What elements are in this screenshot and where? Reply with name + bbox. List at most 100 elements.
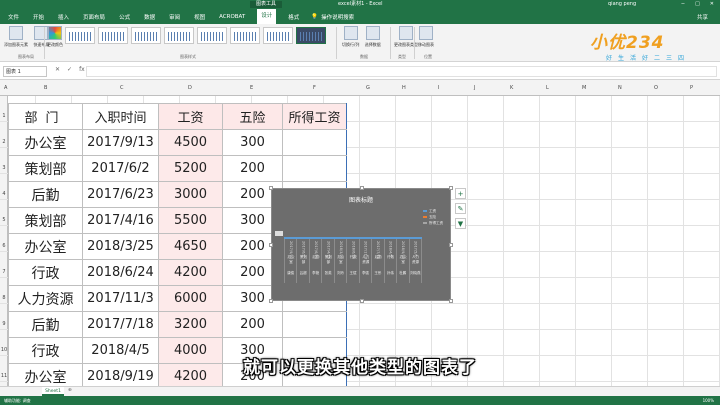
- cell[interactable]: 2017/7/18: [82, 311, 159, 338]
- category-axis[interactable]: 2017/9/13 办公室 康俊 2017/6/2 策划部 吕超 2017/6/23 后勤 李艳…: [284, 239, 422, 283]
- chart-style-8-selected[interactable]: [296, 27, 326, 44]
- row-number[interactable]: 1: [0, 103, 8, 129]
- col-header-e[interactable]: E: [250, 85, 253, 91]
- cell[interactable]: 策划部: [8, 155, 83, 182]
- chart-category[interactable]: 2017/6/23 后勤 李艳: [310, 239, 323, 283]
- cancel-icon[interactable]: ✕: [55, 66, 60, 73]
- header-cell-dept[interactable]: 部门: [8, 103, 83, 130]
- chart-category[interactable]: 2017/9/13 办公室 康俊: [284, 239, 298, 283]
- cell[interactable]: 3200: [158, 311, 223, 338]
- chart-style-2[interactable]: [98, 27, 128, 44]
- chart-category[interactable]: 2018/4/5 行政 孙伟: [385, 239, 398, 283]
- row-number[interactable]: 4: [0, 181, 8, 207]
- cell[interactable]: 2018/3/25: [82, 233, 159, 260]
- chart-category[interactable]: 2017/7/18 后勤 王彤: [372, 239, 385, 283]
- change-colors-button[interactable]: 更改颜色: [47, 26, 63, 48]
- header-cell-salary[interactable]: 工资: [158, 103, 223, 130]
- cell[interactable]: 2017/6/23: [82, 181, 159, 208]
- chart-style-3[interactable]: [131, 27, 161, 44]
- tell-me-search[interactable]: 💡 操作说明搜索: [311, 13, 354, 21]
- resize-handle[interactable]: [269, 299, 273, 303]
- cell[interactable]: 300: [222, 129, 283, 156]
- row-number[interactable]: 6: [0, 233, 8, 259]
- tab-home[interactable]: 开始: [31, 11, 46, 23]
- cell[interactable]: 办公室: [8, 233, 83, 260]
- minimize-icon[interactable]: −: [681, 0, 685, 9]
- col-header-o[interactable]: O: [654, 85, 658, 91]
- cell[interactable]: 4500: [158, 129, 223, 156]
- cell[interactable]: 2017/11/3: [82, 285, 159, 312]
- formula-input[interactable]: [86, 66, 717, 77]
- tab-data[interactable]: 数据: [142, 11, 157, 23]
- tab-view[interactable]: 视图: [192, 11, 207, 23]
- tab-format[interactable]: 格式: [286, 11, 301, 23]
- row-number[interactable]: 3: [0, 155, 8, 181]
- cell[interactable]: 200: [222, 311, 283, 338]
- fx-icon[interactable]: fx: [79, 66, 85, 73]
- embedded-chart[interactable]: 图表标题 工资 五险 所得工资 2017/9/13 办公室 康俊 2017/6/2 策划…: [269, 186, 453, 303]
- select-data-button[interactable]: 选择数据: [365, 26, 381, 48]
- tab-page-layout[interactable]: 页面布局: [81, 11, 107, 23]
- cell[interactable]: 200: [222, 155, 283, 182]
- col-header-d[interactable]: D: [188, 85, 192, 91]
- cell[interactable]: 3000: [158, 181, 223, 208]
- col-header-l[interactable]: L: [546, 85, 549, 91]
- switch-row-column-button[interactable]: 切换行/列: [342, 26, 359, 48]
- col-header-f[interactable]: F: [313, 85, 316, 91]
- chart-category[interactable]: 2018/9/19 办公室 杜鹏: [397, 239, 410, 283]
- cell[interactable]: 办公室: [8, 129, 83, 156]
- user-name[interactable]: qiang peng: [608, 0, 636, 9]
- col-header-c[interactable]: C: [120, 85, 124, 91]
- tab-acrobat[interactable]: ACROBAT: [217, 12, 247, 22]
- sheet-tab-sheet1[interactable]: Sheet1: [42, 387, 64, 396]
- col-header-p[interactable]: P: [690, 85, 693, 91]
- row-number[interactable]: 5: [0, 207, 8, 233]
- share-button[interactable]: 共享: [697, 13, 708, 21]
- col-header-i[interactable]: I: [438, 85, 439, 91]
- cell[interactable]: 2017/9/13: [82, 129, 159, 156]
- cell[interactable]: 2017/4/16: [82, 207, 159, 234]
- row-number[interactable]: 8: [0, 285, 8, 311]
- chart-style-1[interactable]: [65, 27, 95, 44]
- row-number[interactable]: 7: [0, 259, 8, 285]
- col-header-b[interactable]: B: [44, 85, 47, 91]
- enter-icon[interactable]: ✓: [67, 66, 72, 73]
- col-header-n[interactable]: N: [618, 85, 622, 91]
- tab-insert[interactable]: 插入: [56, 11, 71, 23]
- chart-style-5[interactable]: [197, 27, 227, 44]
- chart-category[interactable]: 2017/5/6 人力资源 刘晓燕: [410, 239, 422, 283]
- cell[interactable]: [282, 129, 347, 156]
- resize-handle[interactable]: [269, 243, 273, 247]
- header-cell-hire-date[interactable]: 入职时间: [82, 103, 159, 130]
- name-box[interactable]: 图表 1: [3, 66, 47, 77]
- maximize-icon[interactable]: □: [695, 0, 700, 9]
- chart-elements-plus-icon[interactable]: +: [455, 188, 466, 199]
- header-cell-net-salary[interactable]: 所得工资: [282, 103, 347, 130]
- cell[interactable]: 策划部: [8, 207, 83, 234]
- col-header-k[interactable]: K: [510, 85, 513, 91]
- row-number[interactable]: 9: [0, 311, 8, 337]
- chart-styles-brush-icon[interactable]: ✎: [455, 203, 466, 214]
- chart-category[interactable]: 2017/4/16 策划部 张英: [322, 239, 335, 283]
- chart-category[interactable]: 2018/6/24 行政 王斌: [347, 239, 360, 283]
- col-header-g[interactable]: G: [366, 85, 370, 91]
- chart-filter-icon[interactable]: ▼: [455, 218, 466, 229]
- chart-category[interactable]: 2017/6/2 策划部 吕超: [297, 239, 310, 283]
- resize-handle[interactable]: [360, 299, 364, 303]
- cell[interactable]: [282, 311, 347, 338]
- cell[interactable]: 行政: [8, 259, 83, 286]
- col-header-h[interactable]: H: [402, 85, 406, 91]
- close-icon[interactable]: ✕: [710, 0, 714, 9]
- cell[interactable]: 4200: [158, 259, 223, 286]
- tab-design[interactable]: 设计: [257, 9, 277, 24]
- col-header-m[interactable]: M: [582, 85, 586, 91]
- chart-title[interactable]: 图表标题: [272, 195, 450, 204]
- resize-handle[interactable]: [449, 243, 453, 247]
- cell[interactable]: 6000: [158, 285, 223, 312]
- zoom-level[interactable]: 100%: [703, 396, 714, 405]
- cell[interactable]: 2017/6/2: [82, 155, 159, 182]
- cell[interactable]: [282, 155, 347, 182]
- header-cell-insurance[interactable]: 五险: [222, 103, 283, 130]
- move-chart-button[interactable]: 移动图表: [418, 26, 434, 48]
- tab-file[interactable]: 文件: [6, 11, 21, 23]
